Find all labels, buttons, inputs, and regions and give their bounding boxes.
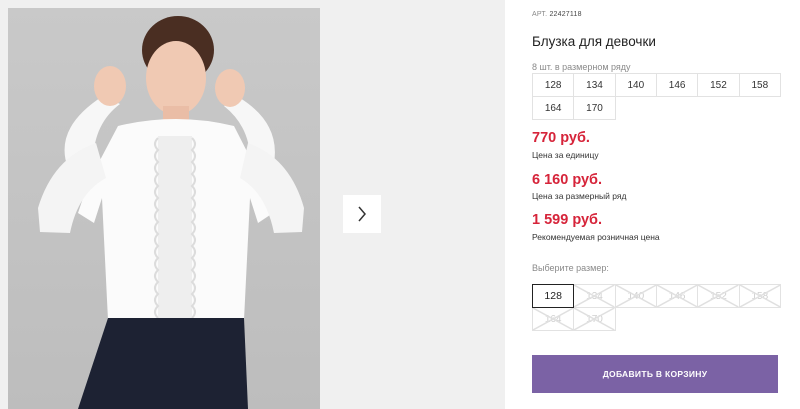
pack-price: 6 160 руб. <box>532 172 603 188</box>
unavailable-cross-icon <box>574 285 614 307</box>
unavailable-cross-icon <box>574 308 614 330</box>
unavailable-cross-icon <box>533 308 573 330</box>
pack-size-cell: 134 <box>573 73 616 97</box>
pack-size-cell: 128 <box>532 73 575 97</box>
product-photo[interactable] <box>8 8 320 409</box>
article-value: 22427118 <box>549 11 582 18</box>
pack-size-cell: 158 <box>738 73 781 97</box>
pack-size-cell: 146 <box>655 73 699 97</box>
size-option-label: 128 <box>544 290 562 302</box>
size-picker-grid: 128 134 140 146 152 158 164 170 <box>532 284 781 331</box>
unit-price-note: Цена за единицу <box>532 150 599 160</box>
pack-size-label: 8 шт. в размерном ряду <box>532 62 631 72</box>
size-option-128[interactable]: 128 <box>532 284 575 308</box>
product-title: Блузка для девочки <box>532 34 656 49</box>
add-to-cart-button[interactable]: ДОБАВИТЬ В КОРЗИНУ <box>532 355 778 393</box>
size-option-134: 134 <box>573 284 616 308</box>
next-image-button[interactable] <box>343 195 381 233</box>
chevron-right-icon <box>358 206 366 222</box>
product-info: АРТ. 22427118 Блузка для девочки 8 шт. в… <box>532 0 800 409</box>
pack-price-note: Цена за размерный ряд <box>532 191 627 201</box>
unavailable-cross-icon <box>657 285 697 307</box>
choose-size-label: Выберите размер: <box>532 263 609 273</box>
retail-price-note: Рекомендуемая розничная цена <box>532 232 660 242</box>
size-option-170: 170 <box>573 307 616 331</box>
unavailable-cross-icon <box>616 285 656 307</box>
pack-sizes-grid: 128 134 140 146 152 158 164 170 <box>532 73 781 120</box>
size-option-158: 158 <box>738 284 781 308</box>
pack-size-cell: 170 <box>573 96 616 120</box>
size-option-152: 152 <box>697 284 740 308</box>
pack-size-cell: 164 <box>532 96 575 120</box>
product-gallery <box>0 0 505 409</box>
girl-blouse-image <box>38 16 304 409</box>
article-number: АРТ. 22427118 <box>532 11 582 18</box>
pack-size-cell: 152 <box>697 73 740 97</box>
size-option-146: 146 <box>655 284 699 308</box>
size-option-140: 140 <box>614 284 657 308</box>
unavailable-cross-icon <box>698 285 738 307</box>
pack-size-cell: 140 <box>614 73 657 97</box>
unavailable-cross-icon <box>740 285 780 307</box>
unit-price: 770 руб. <box>532 130 590 146</box>
article-label: АРТ. <box>532 11 548 18</box>
retail-price: 1 599 руб. <box>532 212 603 228</box>
size-option-164: 164 <box>532 307 575 331</box>
